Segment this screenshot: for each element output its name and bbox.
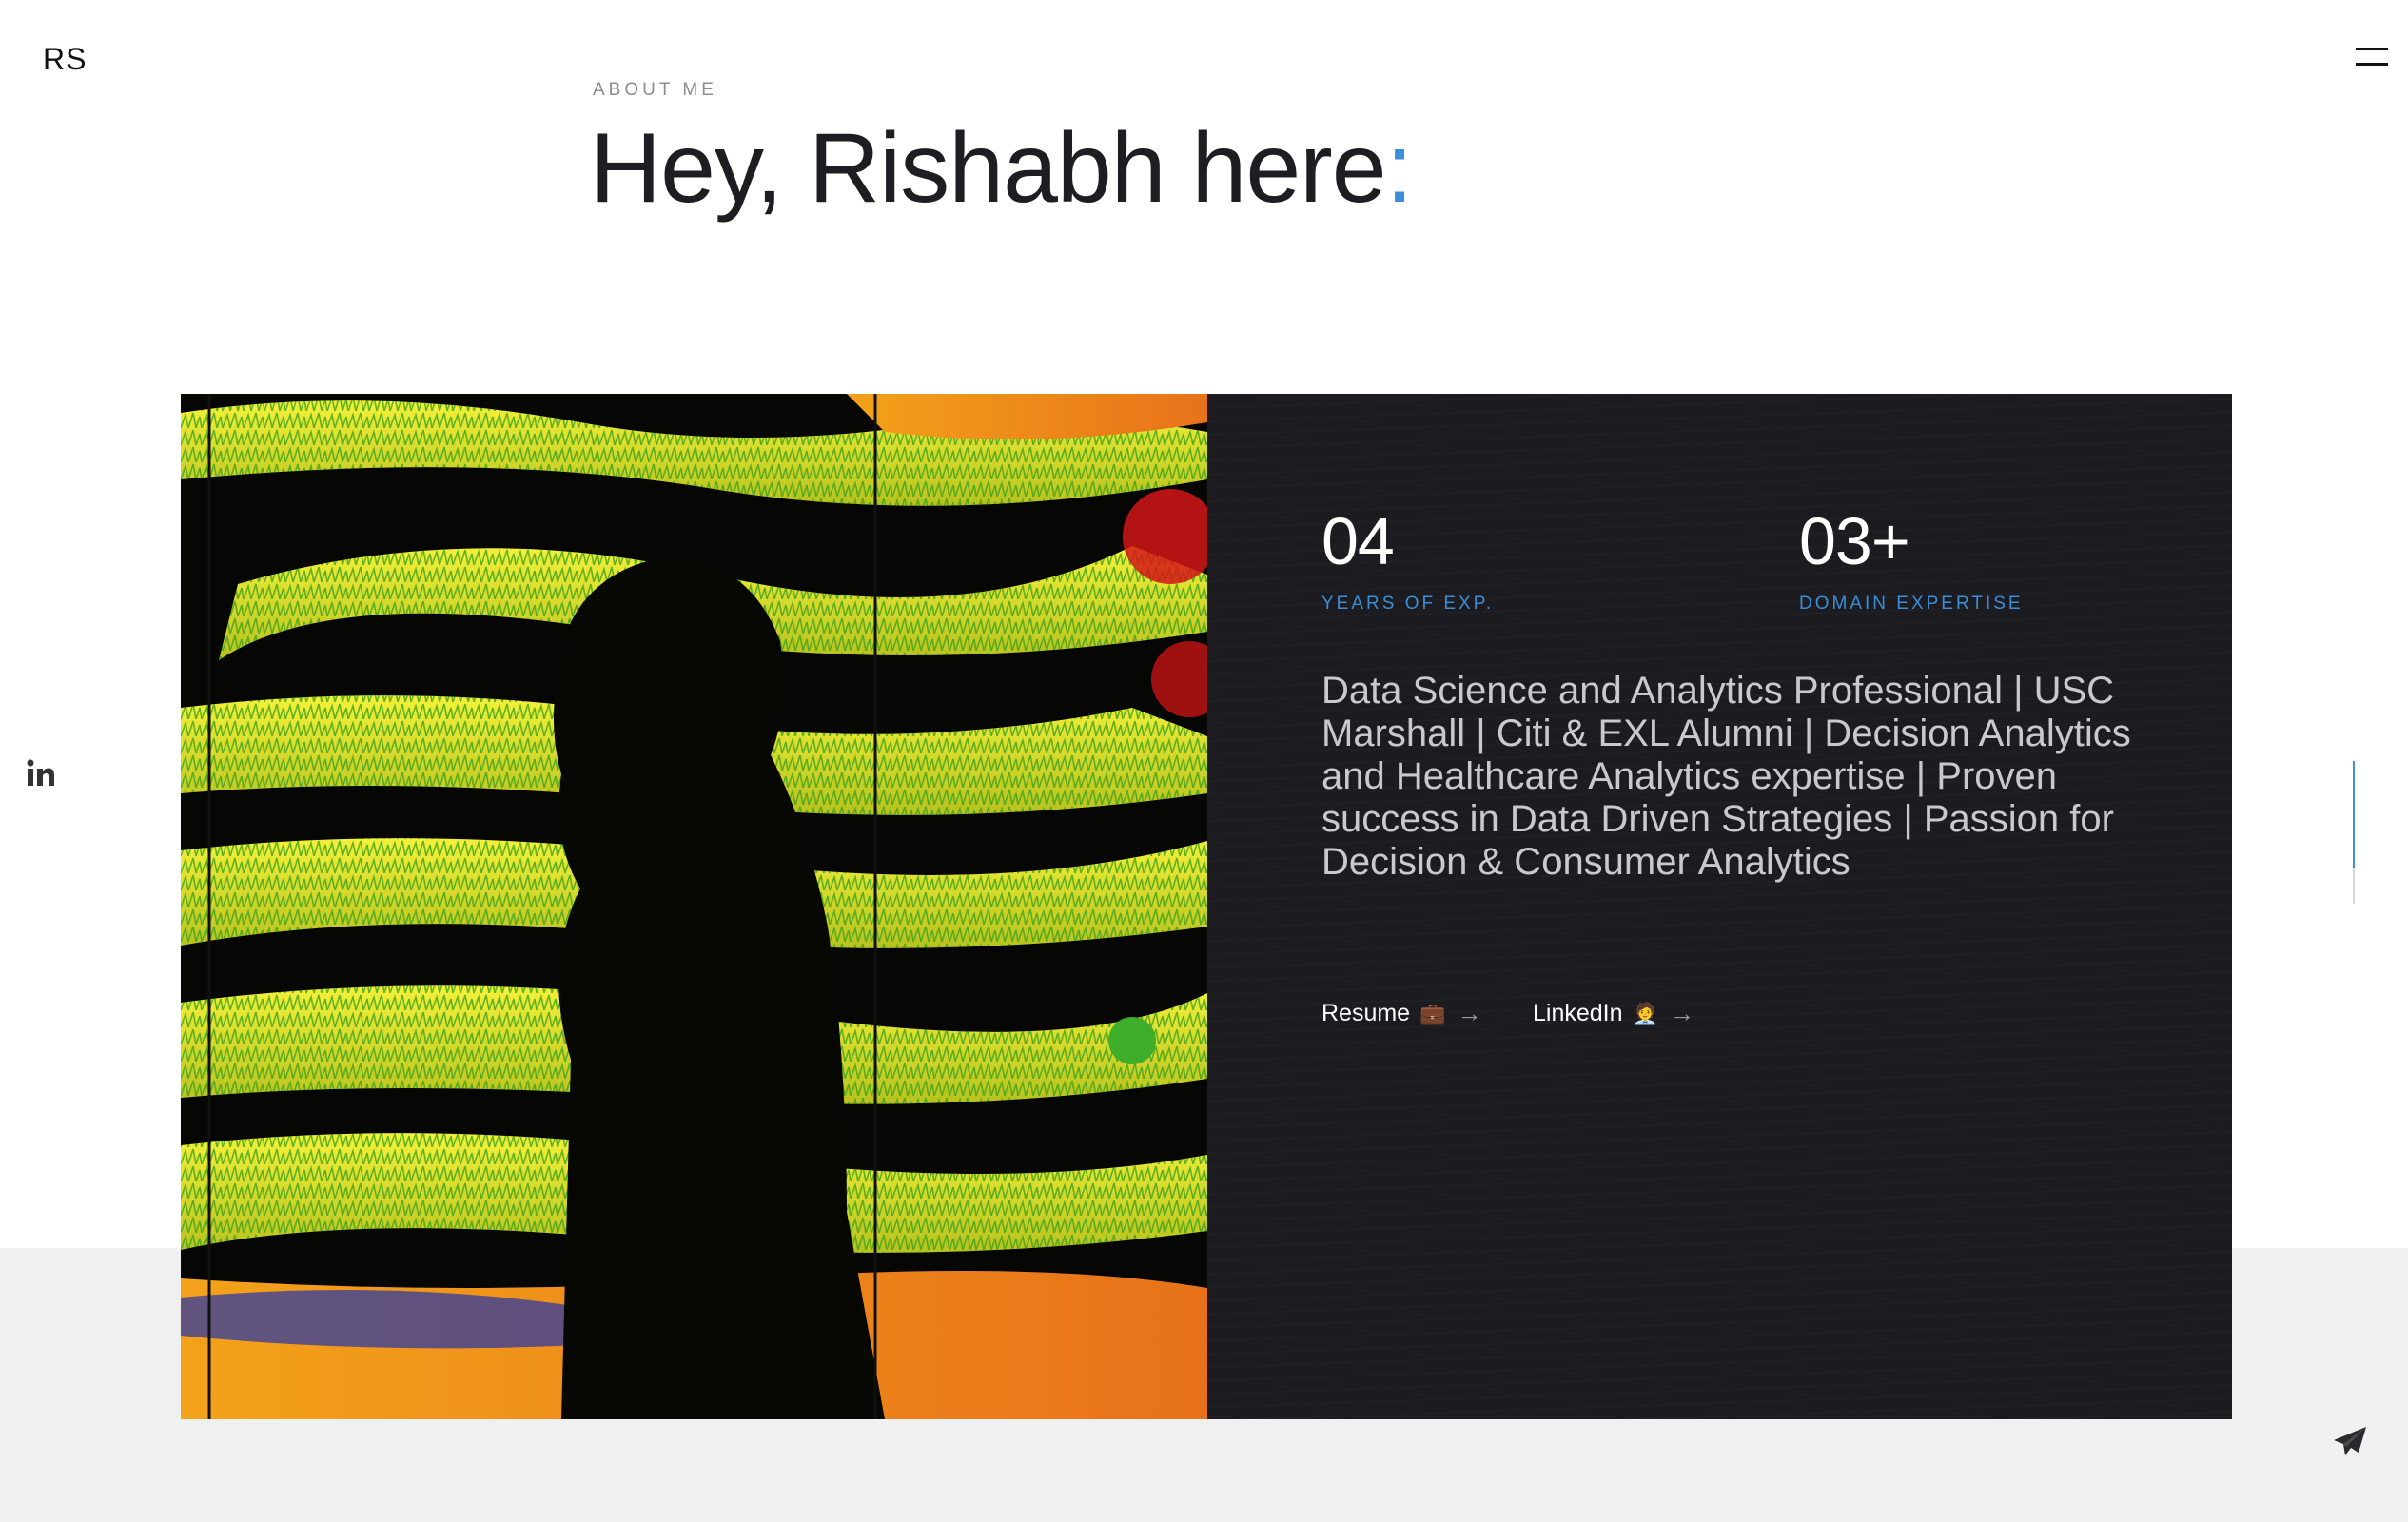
stat-label: YEARS OF EXP. [1321,594,1495,614]
hero-artwork [181,394,1207,1419]
arrow-right-icon: → [1669,999,1694,1027]
briefcase-icon: 💼 [1419,1001,1446,1025]
stat-years-experience: 04 YEARS OF EXP. [1321,508,1494,615]
linkedin-link-label: LinkedIn [1533,1000,1623,1026]
resume-link[interactable]: Resume 💼 → [1321,999,1482,1028]
page-title-accent: : [1385,113,1414,224]
linkedin-link[interactable]: LinkedIn 🧑‍💼 → [1533,999,1694,1028]
scroll-progress-track[interactable] [2353,761,2355,904]
stat-label: DOMAIN EXPERTISE [1799,594,2024,614]
resume-link-label: Resume [1321,1000,1411,1026]
hamburger-menu-icon[interactable] [2356,48,2388,68]
stat-value: 04 [1321,504,1395,578]
linkedin-icon[interactable] [27,759,55,788]
hero-image [181,394,1207,1419]
paper-plane-icon[interactable] [2333,1426,2367,1458]
bio-text: Data Science and Analytics Professional … [1321,670,2131,883]
stat-domain-expertise: 03+ DOMAIN EXPERTISE [1799,508,2024,615]
section-label: ABOUT ME [593,80,717,100]
menu-bar-top [2356,48,2388,50]
page-title-text: Hey, Rishabh here [590,113,1387,224]
about-info-panel: 04 YEARS OF EXP. 03+ DOMAIN EXPERTISE Da… [1207,394,2232,1419]
office-worker-icon: 🧑‍💼 [1632,1001,1658,1025]
paper-plane-glyph [2334,1427,2366,1455]
stat-value: 03+ [1799,504,1910,578]
linkedin-glyph [27,759,54,786]
arrow-right-icon: → [1457,999,1482,1027]
page-title: Hey, Rishabh here: [590,112,1414,225]
menu-bar-bottom [2356,63,2388,66]
site-logo[interactable]: RS [43,42,87,77]
scroll-progress-thumb[interactable] [2353,761,2355,868]
